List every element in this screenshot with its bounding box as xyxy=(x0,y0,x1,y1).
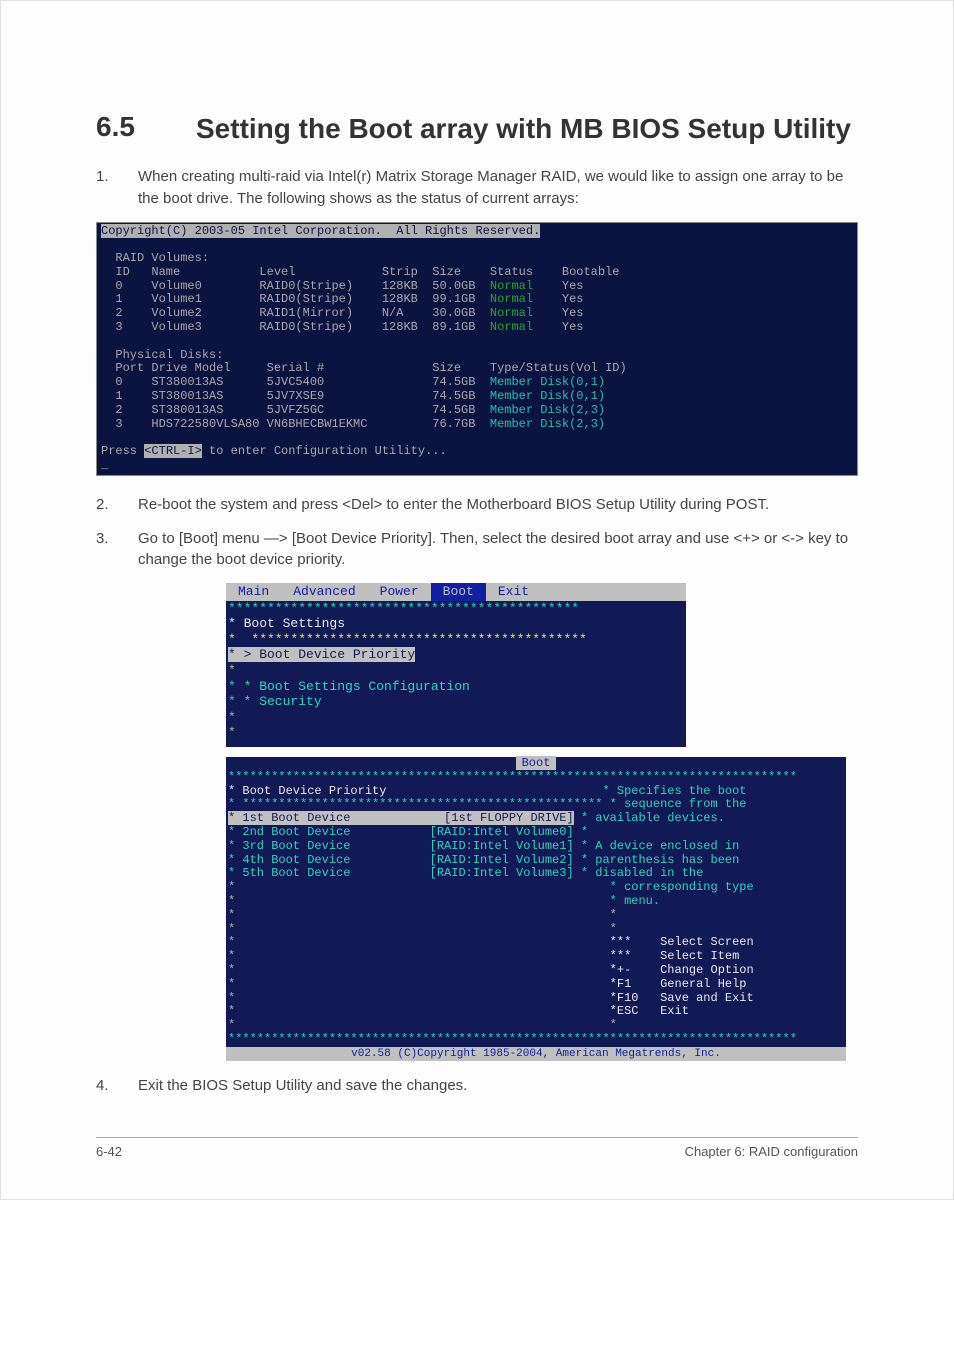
bios-tab-power: Power xyxy=(368,583,431,601)
step-3: 3. Go to [Boot] menu —> [Boot Device Pri… xyxy=(96,528,858,572)
step-text: Go to [Boot] menu —> [Boot Device Priori… xyxy=(138,528,858,572)
chapter-label: Chapter 6: RAID configuration xyxy=(685,1144,858,1159)
bios-key-hint: *F10 Save and Exit xyxy=(610,991,754,1005)
step-number: 2. xyxy=(96,494,138,516)
step-2: 2. Re-boot the system and press <Del> to… xyxy=(96,494,858,516)
bios-key-hint: *F1 General Help xyxy=(610,977,747,991)
boot-device-row: * 4th Boot Device [RAID:Intel Volume2] xyxy=(228,853,574,867)
footer-divider xyxy=(96,1137,858,1138)
bios-tab-advanced: Advanced xyxy=(281,583,367,601)
raid-physical-row: 0 ST380013AS 5JVC5400 74.5GB Member Disk… xyxy=(101,375,605,389)
section-heading: 6.5 Setting the Boot array with MB BIOS … xyxy=(96,111,858,146)
bios-title: * Boot Settings xyxy=(228,616,345,631)
bios-boot-settings-screenshot: Main Advanced Power Boot Exit **********… xyxy=(226,583,686,747)
bios-boot-device-priority-item: * > Boot Device Priority xyxy=(228,647,415,662)
raid-copyright: Copyright(C) 2003-05 Intel Corporation. … xyxy=(101,224,540,238)
bios-key-hint: *** Select Screen xyxy=(610,935,754,949)
bios-key-hint: *ESC Exit xyxy=(610,1004,689,1018)
bios-tab-main: Main xyxy=(226,583,281,601)
step-list: 1. When creating multi-raid via Intel(r)… xyxy=(96,166,858,1097)
boot-device-row: * 3rd Boot Device [RAID:Intel Volume1] xyxy=(228,839,574,853)
boot-device-row: * 2nd Boot Device [RAID:Intel Volume0] xyxy=(228,825,574,839)
raid-volumes-header: RAID Volumes: xyxy=(101,251,209,265)
raid-volume-row: 3 Volume3 RAID0(Stripe) 128KB 89.1GB Nor… xyxy=(101,320,584,334)
bios-tab-exit: Exit xyxy=(486,583,541,601)
raid-physical-row: 3 HDS722580VLSA80 VN6BHECBW1EKMC 76.7GB … xyxy=(101,417,605,431)
step-number: 1. xyxy=(96,166,138,188)
bios-body: ****************************************… xyxy=(226,601,686,747)
step-text: When creating multi-raid via Intel(r) Ma… xyxy=(138,166,858,210)
raid-physical-row: 1 ST380013AS 5JV7XSE9 74.5GB Member Disk… xyxy=(101,389,605,403)
step-number: 4. xyxy=(96,1075,138,1097)
step-1: 1. When creating multi-raid via Intel(r)… xyxy=(96,166,858,210)
raid-volume-row: 1 Volume1 RAID0(Stripe) 128KB 99.1GB Nor… xyxy=(101,292,584,306)
section-number: 6.5 xyxy=(96,111,196,143)
boot-device-row: * 5th Boot Device [RAID:Intel Volume3] xyxy=(228,866,574,880)
bios2-body: ****************************************… xyxy=(226,771,846,1047)
step-text: Exit the BIOS Setup Utility and save the… xyxy=(138,1075,858,1097)
bios-tab-bar: Main Advanced Power Boot Exit xyxy=(226,583,686,601)
bios-boot-priority-screenshot: Boot ***********************************… xyxy=(226,757,846,1061)
bios2-title: * Boot Device Priority xyxy=(228,784,386,798)
bios-boot-settings-configuration-item: * * Boot Settings Configuration xyxy=(228,679,470,694)
step-4: 4. Exit the BIOS Setup Utility and save … xyxy=(96,1075,858,1097)
raid-status-screenshot: Copyright(C) 2003-05 Intel Corporation. … xyxy=(96,222,858,476)
bios-key-hint: *** Select Item xyxy=(610,949,740,963)
page-number: 6-42 xyxy=(96,1144,122,1159)
step-text: Re-boot the system and press <Del> to en… xyxy=(138,494,858,516)
bios-security-item: * * Security xyxy=(228,694,322,709)
bios-key-hint: *+- Change Option xyxy=(610,963,754,977)
raid-physical-row: 2 ST380013AS 5JVFZ5GC 74.5GB Member Disk… xyxy=(101,403,605,417)
document-page: 6.5 Setting the Boot array with MB BIOS … xyxy=(0,0,954,1200)
raid-physical-header: Physical Disks: xyxy=(101,348,223,362)
step-number: 3. xyxy=(96,528,138,550)
raid-volumes-columns: ID Name Level Strip Size Status Bootable xyxy=(101,265,619,279)
boot-device-row: * 1st Boot Device [1st FLOPPY DRIVE] xyxy=(228,811,574,825)
section-title: Setting the Boot array with MB BIOS Setu… xyxy=(196,111,851,146)
bios-tab-boot: Boot xyxy=(431,583,486,601)
page-footer: 6-42 Chapter 6: RAID configuration xyxy=(96,1144,858,1159)
bios2-tab: Boot xyxy=(226,757,846,771)
raid-press-prompt: Press <CTRL-I> to enter Configuration Ut… xyxy=(101,444,447,458)
raid-physical-columns: Port Drive Model Serial # Size Type/Stat… xyxy=(101,361,627,375)
bios2-copyright: v02.58 (C)Copyright 1985-2004, American … xyxy=(226,1047,846,1062)
raid-volume-row: 0 Volume0 RAID0(Stripe) 128KB 50.0GB Nor… xyxy=(101,279,584,293)
raid-volume-row: 2 Volume2 RAID1(Mirror) N/A 30.0GB Norma… xyxy=(101,306,584,320)
